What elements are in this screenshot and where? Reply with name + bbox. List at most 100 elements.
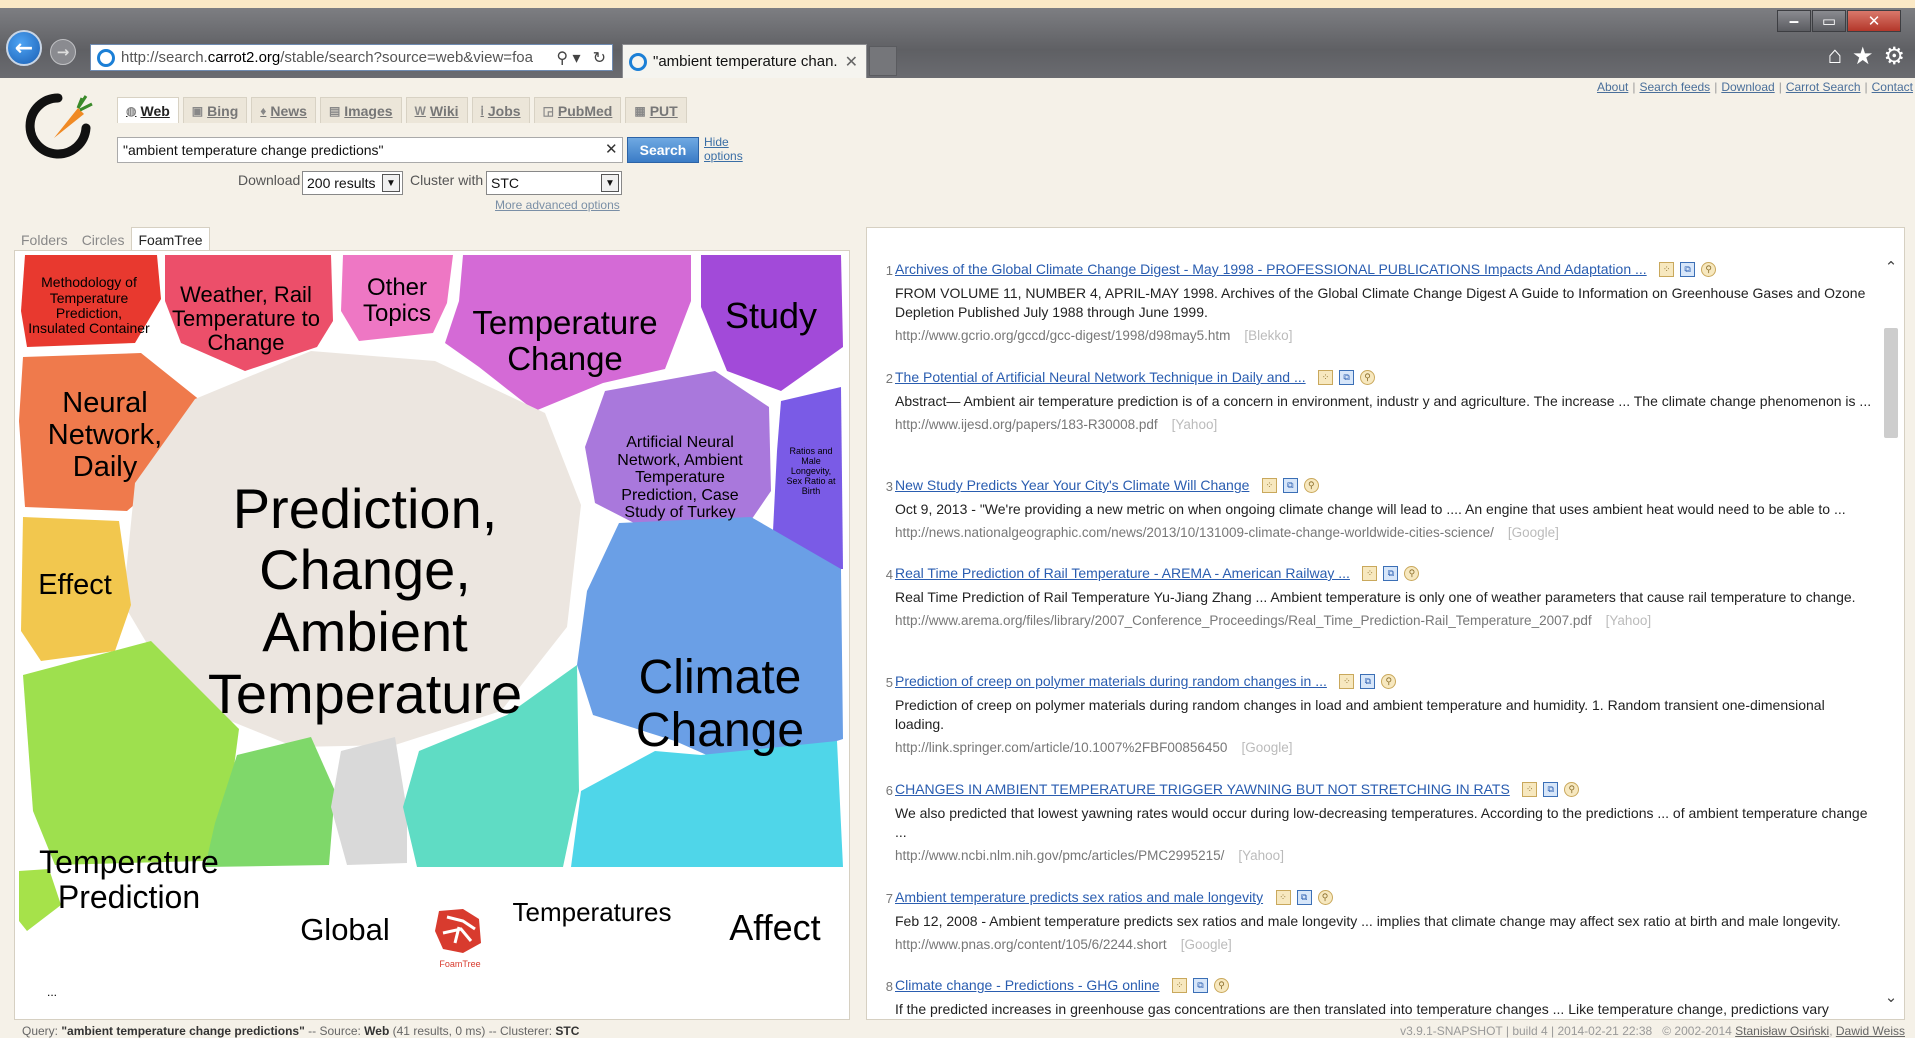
preview-magnifier-icon[interactable]: ⚲	[1214, 978, 1230, 994]
favorites-star-icon[interactable]: ★	[1852, 42, 1874, 71]
minimize-button[interactable]: ‒	[1777, 10, 1811, 32]
result-title-link[interactable]: The Potential of Artificial Neural Netwo…	[895, 369, 1306, 385]
source-tab-bing[interactable]: ▣ Bing	[182, 97, 248, 123]
refresh-icon[interactable]: ↻	[587, 48, 612, 68]
result-source: [Blekko]	[1244, 328, 1293, 343]
preview-magnifier-icon[interactable]: ⚲	[1303, 478, 1319, 494]
cluster-icon[interactable]: ⁘	[1522, 782, 1538, 798]
cluster-icon[interactable]: ⁘	[1659, 262, 1675, 278]
result-url: http://news.nationalgeographic.com/news/…	[895, 525, 1559, 540]
preview-magnifier-icon[interactable]: ⚲	[1360, 370, 1376, 386]
result-title-link[interactable]: Real Time Prediction of Rail Temperature…	[895, 565, 1350, 581]
settings-gear-icon[interactable]: ⚙	[1883, 42, 1905, 71]
source-tab-pubmed[interactable]: ◲ PubMed	[533, 97, 622, 123]
address-bar[interactable]: http://search.carrot2.org/stable/search?…	[90, 44, 613, 71]
cluster-icon[interactable]: ⁘	[1318, 370, 1334, 386]
author-osinski-link[interactable]: Stanisław Osiński	[1735, 1024, 1829, 1038]
globe-icon: ◍	[126, 103, 137, 118]
cell-main-cluster[interactable]: Prediction, Change, Ambient Temperature	[165, 478, 565, 724]
close-tab-icon[interactable]: ✕	[837, 52, 866, 72]
maximize-button[interactable]: ▭	[1812, 10, 1846, 32]
scroll-thumb[interactable]	[1884, 328, 1898, 438]
back-button[interactable]: ←	[6, 30, 42, 66]
download-label: Download	[238, 172, 301, 188]
result-snippet: Oct 9, 2013 - "We're providing a new met…	[895, 501, 1846, 517]
cell-neural-network[interactable]: Neural Network, Daily	[25, 381, 185, 491]
result-title-link[interactable]: CHANGES IN AMBIENT TEMPERATURE TRIGGER Y…	[895, 781, 1510, 797]
author-weiss-link[interactable]: Dawid Weiss	[1836, 1024, 1905, 1038]
cluster-icon[interactable]: ⁘	[1261, 478, 1277, 494]
search-input[interactable]: "ambient temperature change predictions"	[117, 137, 623, 163]
open-new-window-icon[interactable]: ⧉	[1339, 370, 1355, 386]
cell-temperature-prediction[interactable]: Temperature Prediction	[29, 837, 229, 923]
contact-link[interactable]: Contact	[1872, 80, 1913, 94]
cell-affect[interactable]: Affect	[715, 901, 835, 955]
open-new-window-icon[interactable]: ⧉	[1296, 890, 1312, 906]
result-title-link[interactable]: Prediction of creep on polymer materials…	[895, 673, 1327, 689]
carrot2-logo[interactable]	[20, 88, 96, 164]
browser-tab[interactable]: "ambient temperature chan... ✕	[622, 44, 867, 78]
hide-options-link[interactable]: Hide options	[704, 135, 752, 163]
search-button[interactable]: Search	[627, 137, 699, 163]
preview-magnifier-icon[interactable]: ⚲	[1317, 890, 1333, 906]
preview-magnifier-icon[interactable]: ⚲	[1564, 782, 1580, 798]
cell-ratios-longevity[interactable]: Ratios and Male Longevity, Sex Ratio at …	[783, 437, 839, 507]
cluster-select[interactable]: STC ▼	[486, 171, 622, 195]
source-tab-images[interactable]: ▤ Images	[319, 97, 402, 123]
scroll-up-icon[interactable]: ⌃	[1882, 258, 1900, 276]
open-new-window-icon[interactable]: ⧉	[1360, 674, 1376, 690]
about-link[interactable]: About	[1597, 80, 1628, 94]
home-icon[interactable]: ⌂	[1827, 42, 1842, 71]
forward-button[interactable]: →	[50, 39, 76, 65]
cell-global[interactable]: Global	[285, 905, 405, 955]
new-tab-button[interactable]	[869, 46, 897, 76]
source-tab-jobs[interactable]: ⅰ Jobs	[471, 97, 530, 123]
cluster-icon[interactable]: ⁘	[1362, 566, 1378, 582]
cell-temperatures[interactable]: Temperatures	[509, 887, 675, 937]
cluster-icon[interactable]: ⁘	[1172, 978, 1188, 994]
source-tab-web[interactable]: ◍ Web	[117, 97, 179, 123]
cell-more[interactable]: ...	[37, 981, 67, 1005]
source-tab-news[interactable]: ♦ News	[251, 97, 316, 123]
result-title-link[interactable]: New Study Predicts Year Your City's Clim…	[895, 477, 1249, 493]
results-scrollbar[interactable]: ⌃ ⌄	[1882, 258, 1900, 1006]
source-tab-wiki[interactable]: W Wiki	[405, 97, 468, 123]
open-new-window-icon[interactable]: ⧉	[1193, 978, 1209, 994]
cluster-icon[interactable]: ⁘	[1275, 890, 1291, 906]
download-link[interactable]: Download	[1721, 80, 1774, 94]
more-advanced-options-link[interactable]: More advanced options	[495, 198, 620, 212]
open-new-window-icon[interactable]: ⧉	[1383, 566, 1399, 582]
cell-effect[interactable]: Effect	[25, 551, 125, 621]
put-icon: ▦	[634, 103, 646, 118]
cell-other-topics[interactable]: Other Topics	[349, 271, 445, 331]
preview-magnifier-icon[interactable]: ⚲	[1404, 566, 1420, 582]
source-tab-put[interactable]: ▦ PUT	[625, 97, 687, 123]
open-new-window-icon[interactable]: ⧉	[1282, 478, 1298, 494]
result-url: http://www.arema.org/files/library/2007_…	[895, 613, 1652, 628]
preview-magnifier-icon[interactable]: ⚲	[1381, 674, 1397, 690]
address-url[interactable]: http://search.carrot2.org/stable/search?…	[121, 49, 550, 66]
open-new-window-icon[interactable]: ⧉	[1543, 782, 1559, 798]
download-select[interactable]: 200 results ▼	[302, 171, 403, 195]
clear-query-icon[interactable]: ✕	[605, 140, 618, 158]
search-dropdown-icon[interactable]: ⚲ ▾	[550, 48, 586, 68]
cluster-icon[interactable]: ⁘	[1339, 674, 1355, 690]
cluster-with-label: Cluster with	[410, 172, 484, 188]
open-new-window-icon[interactable]: ⧉	[1680, 262, 1696, 278]
cell-ann-turkey[interactable]: Artificial Neural Network, Ambient Tempe…	[605, 423, 755, 533]
cell-climate-change[interactable]: Climate Change	[615, 645, 825, 765]
close-window-button[interactable]: ✕	[1847, 10, 1901, 32]
preview-magnifier-icon[interactable]: ⚲	[1701, 262, 1717, 278]
pubmed-icon: ◲	[542, 103, 554, 118]
cell-weather-rail[interactable]: Weather, Rail Temperature to Change	[165, 279, 327, 359]
result-title-link[interactable]: Ambient temperature predicts sex ratios …	[895, 889, 1263, 905]
carrot-search-link[interactable]: Carrot Search	[1786, 80, 1861, 94]
search-feeds-link[interactable]: Search feeds	[1639, 80, 1710, 94]
result-title-link[interactable]: Archives of the Global Climate Change Di…	[895, 261, 1647, 277]
ie-tab-icon	[629, 52, 647, 71]
cell-study[interactable]: Study	[701, 291, 841, 341]
cell-methodology[interactable]: Methodology of Temperature Prediction, I…	[27, 265, 151, 347]
scroll-down-icon[interactable]: ⌄	[1882, 988, 1900, 1006]
result-title-link[interactable]: Climate change - Predictions - GHG onlin…	[895, 977, 1160, 993]
cell-temperature-change[interactable]: Temperature Change	[465, 301, 665, 381]
